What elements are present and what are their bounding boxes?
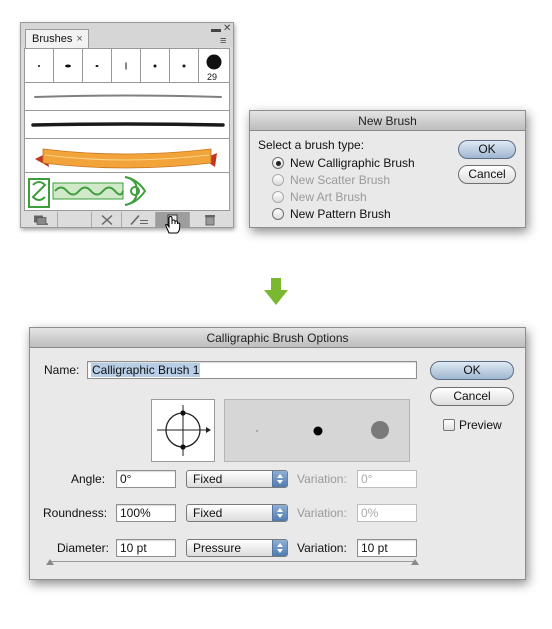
roundness-mode-popup[interactable]: Fixed: [186, 504, 288, 522]
cancel-button[interactable]: Cancel: [430, 387, 514, 406]
brush-tip-7[interactable]: 29: [199, 49, 229, 82]
name-field-value: Calligraphic Brush 1: [91, 363, 201, 377]
library-icon: [33, 215, 48, 225]
tab-close-icon[interactable]: ×: [76, 33, 82, 45]
radio-label: New Pattern Brush: [290, 207, 391, 221]
roundness-mode-value: Fixed: [193, 506, 223, 520]
angle-variation-field[interactable]: 0°: [357, 470, 417, 488]
art-brush-thin[interactable]: [25, 83, 229, 111]
roundness-variation-label: Variation:: [297, 506, 347, 520]
brush-type-prompt: Select a brush type:: [258, 138, 365, 152]
radio-label: New Scatter Brush: [290, 173, 391, 187]
art-brush-thin-stroke: [34, 94, 222, 98]
hand-cursor-icon: [165, 215, 181, 234]
radio-icon: [272, 208, 284, 220]
radio-icon: [272, 174, 284, 186]
angle-field[interactable]: 0°: [116, 470, 176, 488]
ribbon-brush[interactable]: [25, 139, 229, 173]
diameter-mode-value: Pressure: [193, 541, 242, 555]
diameter-field[interactable]: 10 pt: [116, 539, 176, 557]
brushes-list: 29: [24, 48, 230, 211]
radio-selected-icon: [272, 157, 284, 169]
angle-roundness-editor[interactable]: [151, 399, 215, 462]
ok-button[interactable]: OK: [458, 140, 516, 159]
popup-stepper-icon: [272, 540, 287, 556]
down-arrow-icon: [264, 278, 288, 305]
brush-size-preview: [224, 399, 410, 462]
diameter-slider-max-thumb[interactable]: [411, 559, 419, 565]
dialog-title: New Brush: [250, 111, 525, 131]
close-icon[interactable]: ✕: [223, 23, 231, 34]
brush-tip-5[interactable]: [141, 49, 170, 82]
popup-stepper-icon: [272, 471, 287, 487]
diameter-slider-track[interactable]: [50, 561, 416, 562]
pattern-brush[interactable]: [25, 173, 229, 211]
pattern-brush-art: [28, 176, 147, 208]
name-label: Name:: [44, 363, 80, 377]
name-field[interactable]: Calligraphic Brush 1: [87, 361, 417, 379]
preview-label: Preview: [459, 418, 502, 432]
radio-icon: [272, 191, 284, 203]
ribbon-brush-art: [35, 148, 217, 169]
brush-tip-2[interactable]: [54, 49, 83, 82]
popup-stepper-icon: [272, 505, 287, 521]
diameter-variation-label: Variation:: [297, 541, 347, 555]
brush-options-icon: [129, 214, 148, 225]
brush-tip-1[interactable]: [25, 49, 54, 82]
dialog-title: Calligraphic Brush Options: [30, 328, 525, 348]
brush-size-samples: [256, 421, 389, 439]
ok-button[interactable]: OK: [430, 361, 514, 380]
remove-stroke-icon: [100, 214, 113, 225]
options-of-selected-object-button[interactable]: [122, 212, 156, 227]
angle-mode-value: Fixed: [193, 472, 223, 486]
delete-brush-button[interactable]: [190, 212, 230, 227]
roundness-label: Roundness:: [43, 506, 108, 520]
tab-brushes[interactable]: Brushes ×: [25, 29, 89, 48]
brush-tip-size-label: 29: [207, 72, 218, 82]
panel-menu-icon[interactable]: ≡: [220, 35, 226, 47]
art-brush-thick[interactable]: [25, 111, 229, 139]
angle-mode-popup[interactable]: Fixed: [186, 470, 288, 488]
brush-libraries-button[interactable]: [24, 212, 58, 227]
roundness-field[interactable]: 100%: [116, 504, 176, 522]
diameter-mode-popup[interactable]: Pressure: [186, 539, 288, 557]
brushes-panel: Brushes × ▬ ✕ ≡ 29: [20, 22, 234, 228]
art-brush-thick-stroke: [31, 122, 225, 127]
brush-tip-6[interactable]: [170, 49, 199, 82]
new-brush-dialog: New Brush Select a brush type: New Calli…: [249, 110, 526, 228]
angle-label: Angle:: [71, 472, 106, 486]
radio-label: New Art Brush: [290, 190, 367, 204]
minimize-icon[interactable]: ▬: [211, 24, 221, 35]
tab-brushes-label: Brushes: [32, 33, 73, 45]
trash-icon: [205, 214, 215, 225]
radio-label: New Calligraphic Brush: [290, 156, 415, 170]
diameter-slider-min-thumb[interactable]: [46, 559, 54, 565]
calligraphic-brush-options-dialog: Calligraphic Brush Options Name: Calligr…: [29, 327, 526, 580]
brush-tip-4[interactable]: [112, 49, 141, 82]
angle-variation-label: Variation:: [297, 472, 347, 486]
brush-tip-3[interactable]: [83, 49, 112, 82]
roundness-variation-field[interactable]: 0%: [357, 504, 417, 522]
calligraphic-tips-row: 29: [25, 49, 229, 83]
brush-shape-preview: [157, 405, 211, 456]
diameter-label: Diameter:: [57, 541, 110, 555]
preview-checkbox[interactable]: [443, 419, 455, 431]
spacer-button: [58, 212, 92, 227]
panel-bottom-toolbar: [24, 212, 230, 227]
cancel-button[interactable]: Cancel: [458, 165, 516, 184]
diameter-variation-field[interactable]: 10 pt: [357, 539, 417, 557]
remove-brush-stroke-button[interactable]: [92, 212, 122, 227]
